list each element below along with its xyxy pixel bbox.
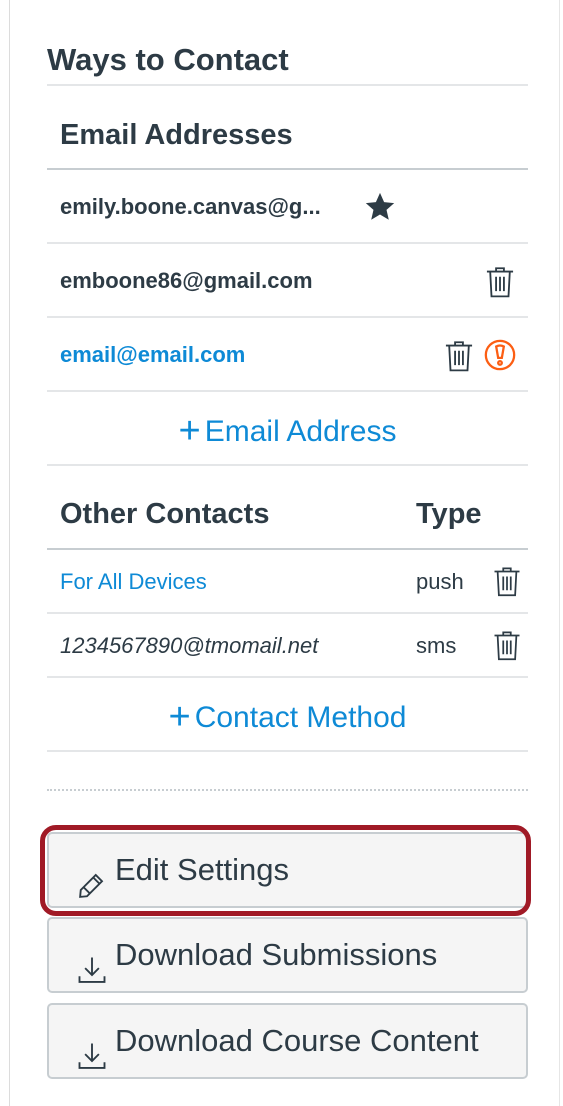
- download-course-content-button[interactable]: Download Course Content: [47, 1003, 528, 1079]
- trash-icon[interactable]: [443, 339, 475, 378]
- contact-name[interactable]: For All Devices: [60, 550, 207, 614]
- dotted-divider: [47, 789, 528, 791]
- email-row: email@email.com: [47, 318, 528, 392]
- email-row: emboone86@gmail.com: [47, 244, 528, 318]
- warning-icon[interactable]: [483, 338, 517, 377]
- download-submissions-label: Download Submissions: [115, 937, 438, 972]
- download-icon: [77, 1025, 107, 1069]
- trash-icon[interactable]: [492, 565, 522, 604]
- contact-row: For All Devices push: [47, 550, 528, 614]
- email-address: emily.boone.canvas@g...: [60, 194, 321, 219]
- plus-icon: +: [178, 410, 201, 452]
- add-contact-method-label: Contact Method: [194, 701, 407, 734]
- add-email-address-button[interactable]: + Email Address: [47, 392, 528, 466]
- contact-name: 1234567890@tmomail.net: [60, 633, 319, 658]
- plus-icon: +: [168, 696, 191, 738]
- email-addresses-heading: Email Addresses: [47, 86, 528, 170]
- download-submissions-button[interactable]: Download Submissions: [47, 917, 528, 993]
- ways-to-contact-heading: Ways to Contact: [47, 30, 528, 86]
- contact-type: push: [416, 569, 464, 594]
- contact-type: sms: [416, 633, 457, 658]
- email-row: emily.boone.canvas@g...: [47, 170, 528, 244]
- trash-icon[interactable]: [484, 265, 516, 304]
- right-border: [559, 0, 560, 1106]
- star-icon[interactable]: [363, 190, 397, 229]
- email-address: emboone86@gmail.com: [60, 268, 313, 293]
- ways-to-contact-panel: Ways to Contact Email Addresses emily.bo…: [47, 30, 528, 752]
- download-icon: [77, 939, 107, 983]
- other-contacts-header: Other Contacts Type: [47, 466, 528, 550]
- type-heading: Type: [416, 498, 482, 530]
- left-border: [9, 0, 10, 1106]
- highlight-box: [40, 825, 531, 916]
- add-contact-method-button[interactable]: + Contact Method: [47, 678, 528, 752]
- other-contacts-heading: Other Contacts: [60, 498, 270, 530]
- add-email-address-label: Email Address: [204, 415, 397, 448]
- email-address[interactable]: email@email.com: [60, 318, 245, 392]
- download-course-content-label: Download Course Content: [115, 1023, 479, 1058]
- trash-icon[interactable]: [492, 629, 522, 668]
- contact-row: 1234567890@tmomail.net sms: [47, 614, 528, 678]
